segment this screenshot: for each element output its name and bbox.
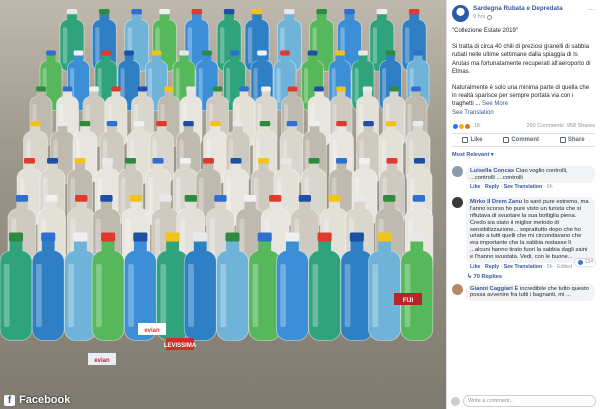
- bottle-label-text: evian: [94, 358, 110, 364]
- post-time-text: 9 hrs: [473, 14, 486, 20]
- comment-button-label: Comment: [511, 136, 539, 143]
- bottle-collection-image: evian LEVISSIMA FIJI evian: [0, 9, 434, 365]
- comment-author[interactable]: Mirko Il Drem Zanu: [470, 199, 522, 205]
- write-comment-input[interactable]: Write a comment...: [463, 395, 596, 407]
- watermark-text: Facebook: [19, 394, 71, 406]
- comment-meta: Like · Reply · See Translation · 6h: [470, 184, 553, 191]
- like-button-label: Like: [470, 136, 483, 143]
- comment-icon: [503, 136, 510, 143]
- like-reaction-icon: [576, 258, 584, 266]
- comment-time[interactable]: 6h: [547, 184, 553, 190]
- avatar[interactable]: [452, 283, 463, 295]
- like-button[interactable]: Like: [462, 136, 483, 143]
- comment-sort-dropdown[interactable]: Most Relevant ▾: [447, 147, 600, 162]
- facebook-watermark: f Facebook: [4, 394, 70, 406]
- post-paragraph-2: Naturalmente è solo una minima parte di …: [452, 84, 595, 109]
- comment-translation-link[interactable]: See Translation: [504, 184, 542, 190]
- bottle-label-text: evian: [144, 328, 160, 334]
- comment-like-number: 134: [584, 259, 593, 266]
- see-translation-link[interactable]: See Translation: [452, 109, 595, 117]
- shares-count[interactable]: 958 Shares: [567, 123, 595, 129]
- facebook-logo-icon: f: [4, 394, 15, 406]
- comment: Gianni Caggiari È incredibile che tutto …: [447, 280, 600, 304]
- reactions-summary[interactable]: 1K: [452, 122, 481, 130]
- comment-reply-link[interactable]: Reply: [485, 184, 499, 190]
- comment-time[interactable]: 5h: [547, 264, 553, 270]
- angry-reaction-icon: [464, 122, 471, 130]
- comment-author[interactable]: Luisella Concas: [470, 168, 514, 174]
- more-options-icon[interactable]: ···: [587, 5, 595, 14]
- comment-text: Io sarò pure estremo, ma l'anno scorso h…: [470, 199, 589, 260]
- comment-edited[interactable]: Edited: [557, 264, 572, 270]
- post-photo[interactable]: evian LEVISSIMA FIJI evian f Facebook: [0, 0, 446, 409]
- post-body: "Collezione Estate 2019" Si tratta di ci…: [447, 25, 600, 119]
- comment: Luisella Concas Ciao voglio controlli, .…: [447, 162, 600, 194]
- comments-count[interactable]: 290 Comments: [527, 123, 564, 129]
- comment-bubble: Luisella Concas Ciao voglio controlli, .…: [466, 165, 595, 184]
- page-name[interactable]: Sardegna Rubata e Depredata: [473, 5, 563, 12]
- avatar[interactable]: [452, 165, 463, 177]
- comment-like-link[interactable]: Like: [470, 264, 480, 270]
- bottle-label-text: FIJI: [403, 298, 414, 304]
- comment-bubble: Gianni Caggiari È incredibile che tutto …: [466, 283, 595, 302]
- share-button-label: Share: [567, 136, 585, 143]
- post-header: Sardegna Rubata e Depredata 9 hrs ···: [447, 0, 600, 25]
- thumbs-up-icon: [462, 136, 469, 143]
- comment-bubble: Mirko Il Drem Zanu Io sarò pure estremo,…: [466, 197, 595, 263]
- post-stats: 1K 290 Comments 958 Shares: [447, 119, 600, 133]
- post-title-quote: "Collezione Estate 2019": [452, 28, 518, 34]
- share-button[interactable]: Share: [559, 136, 585, 143]
- comment-like-link[interactable]: Like: [470, 184, 480, 190]
- comment-translation-link[interactable]: See Translation: [504, 264, 542, 270]
- post-paragraph-1: Si tratta di circa 40 chili di preziosi …: [452, 44, 591, 75]
- bottle-label-text: LEVISSIMA: [164, 343, 197, 349]
- avatar: [451, 396, 460, 406]
- post-actions: Like Comment Share: [452, 132, 595, 147]
- post-paragraph-2-text: Naturalmente è solo una minima parte di …: [452, 85, 590, 108]
- comment: Mirko Il Drem Zanu Io sarò pure estremo,…: [447, 193, 600, 280]
- post-panel: Sardegna Rubata e Depredata 9 hrs ··· "C…: [446, 0, 600, 409]
- share-icon: [559, 136, 566, 143]
- reaction-count: 1K: [474, 123, 481, 130]
- see-more-link[interactable]: See More: [482, 101, 508, 107]
- comment-button[interactable]: Comment: [503, 136, 539, 143]
- post-time[interactable]: 9 hrs: [473, 14, 563, 20]
- comment-reply-link[interactable]: Reply: [485, 264, 499, 270]
- comment-like-count[interactable]: 134: [574, 258, 595, 266]
- view-replies-link[interactable]: ↳ 70 Replies: [447, 273, 600, 280]
- avatar[interactable]: [452, 197, 463, 209]
- comment-author[interactable]: Gianni Caggiari: [470, 286, 513, 292]
- write-comment-row: Write a comment...: [451, 395, 596, 407]
- globe-icon: [487, 14, 493, 20]
- page-avatar[interactable]: [452, 5, 469, 22]
